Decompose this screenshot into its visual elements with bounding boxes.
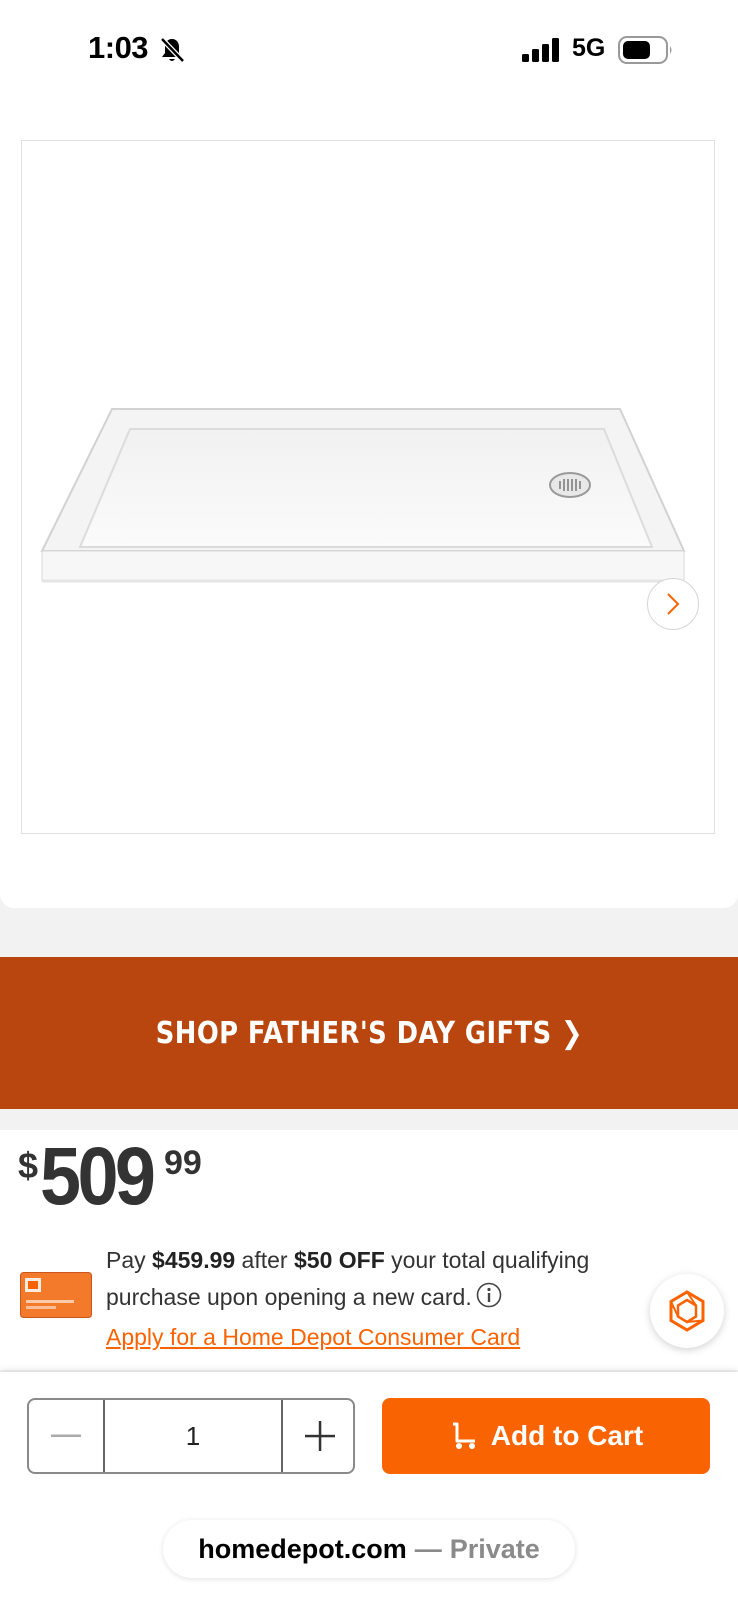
price-dollars: 509	[40, 1131, 156, 1222]
add-to-cart-label: Add to Cart	[490, 1420, 644, 1451]
next-image-button[interactable]	[647, 578, 699, 630]
minus-icon	[51, 1434, 81, 1437]
offer-discounted-price: $459.99	[152, 1247, 236, 1273]
offer-text: Pay	[106, 1247, 153, 1273]
credit-card-image	[20, 1272, 92, 1318]
apply-card-link[interactable]: Apply for a Home Depot Consumer Card	[106, 1324, 520, 1350]
quantity-stepper	[27, 1398, 355, 1474]
plus-icon	[305, 1421, 335, 1451]
browser-address-bar[interactable]: homedepot.com — Private	[163, 1520, 575, 1578]
price-section: $ 509 99 Pay $459.99 after $50 OFF your …	[0, 1130, 738, 1370]
quantity-input[interactable]	[105, 1400, 281, 1472]
magic-apron-icon	[669, 1290, 705, 1332]
info-icon[interactable]	[476, 1282, 502, 1319]
promo-label: SHOP FATHER'S DAY GIFTS ❯	[155, 1015, 583, 1051]
price-currency: $	[18, 1145, 39, 1186]
bell-slash-icon	[158, 36, 186, 69]
product-gallery	[0, 100, 738, 986]
signal-icon	[522, 38, 562, 67]
add-to-cart-button[interactable]: Add to Cart	[382, 1398, 710, 1474]
fathers-day-promo-banner[interactable]: SHOP FATHER'S DAY GIFTS ❯	[0, 957, 738, 1109]
url-domain: homedepot.com	[198, 1533, 407, 1564]
product-image[interactable]	[21, 140, 715, 834]
card-offer: Pay $459.99 after $50 OFF your total qua…	[106, 1242, 646, 1356]
shower-base-image	[40, 408, 686, 583]
increase-quantity-button[interactable]	[281, 1400, 353, 1472]
private-mode-label: Private	[449, 1533, 540, 1564]
price-cents: 99	[164, 1144, 202, 1182]
status-time: 1:03	[88, 30, 149, 65]
network-label: 5G	[572, 34, 606, 62]
bottom-action-bar: Add to Cart homedepot.com — Private	[0, 1372, 738, 1600]
offer-text: after	[235, 1247, 294, 1273]
decrease-quantity-button[interactable]	[29, 1400, 105, 1472]
url-separator: —	[414, 1533, 442, 1564]
chevron-right-icon	[667, 593, 680, 615]
cart-icon	[452, 1422, 475, 1449]
status-bar: 1:03 5G	[0, 0, 738, 100]
offer-discount: $50 OFF	[293, 1247, 385, 1273]
battery-icon	[618, 36, 674, 69]
assistant-button[interactable]	[650, 1274, 724, 1348]
